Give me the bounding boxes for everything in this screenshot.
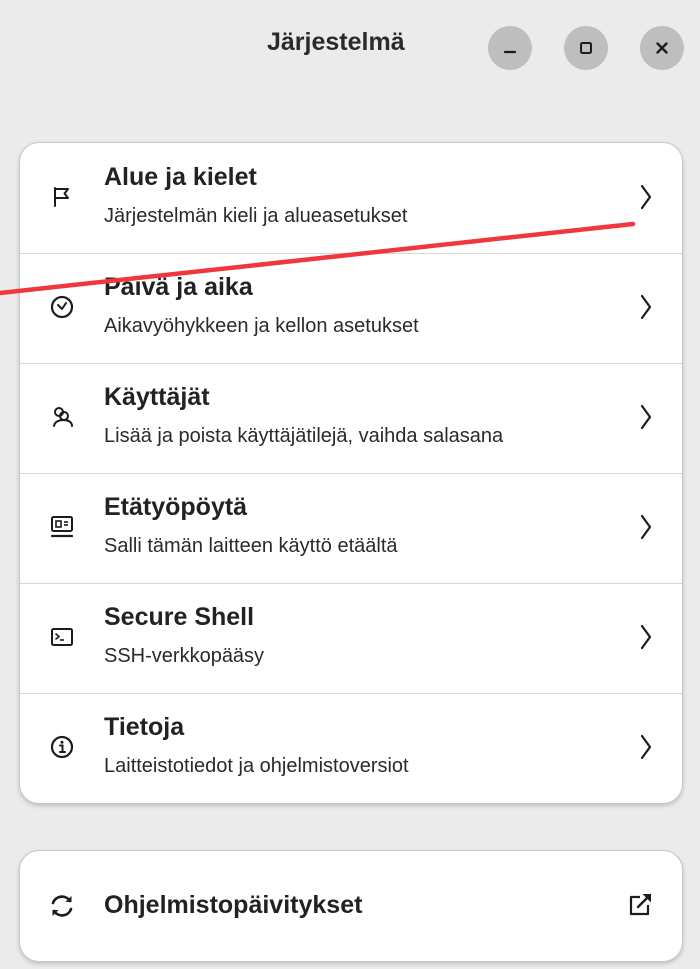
settings-item-remote-desktop[interactable]: Etätyöpöytä Salli tämän laitteen käyttö … — [20, 473, 682, 584]
remote-desktop-icon — [46, 511, 78, 543]
flag-icon — [46, 181, 78, 213]
close-icon — [656, 42, 668, 54]
settings-item-subtitle: Aikavyöhykkeen ja kellon asetukset — [104, 315, 419, 337]
chevron-right-icon — [640, 404, 652, 430]
external-link-icon — [629, 893, 652, 916]
chevron-right-icon — [640, 294, 652, 320]
title-bar: Järjestelmä — [0, 0, 700, 100]
settings-item-subtitle: Lisää ja poista käyttäjätilejä, vaihda s… — [104, 425, 504, 447]
maximize-button[interactable] — [564, 26, 608, 70]
settings-item-title: Etätyöpöytä — [104, 493, 248, 521]
minimize-button[interactable] — [488, 26, 532, 70]
settings-item-title: Päivä ja aika — [104, 273, 253, 301]
settings-window: Järjestelmä Alue ja kielet Järjestelmän … — [0, 0, 700, 969]
settings-item-date-time[interactable]: Päivä ja aika Aikavyöhykkeen ja kellon a… — [20, 253, 682, 364]
settings-item-users[interactable]: Käyttäjät Lisää ja poista käyttäjätilejä… — [20, 363, 682, 474]
minimize-icon — [503, 50, 517, 54]
software-updates-item[interactable]: Ohjelmistopäivitykset — [19, 850, 683, 962]
close-button[interactable] — [640, 26, 684, 70]
maximize-icon — [580, 42, 592, 54]
refresh-icon — [51, 895, 73, 917]
chevron-right-icon — [640, 624, 652, 650]
settings-list: Alue ja kielet Järjestelmän kieli ja alu… — [19, 142, 683, 804]
chevron-right-icon — [640, 734, 652, 760]
settings-item-subtitle: SSH-verkkopääsy — [104, 645, 265, 667]
settings-item-title: Käyttäjät — [104, 383, 210, 411]
users-icon — [46, 401, 78, 433]
settings-item-subtitle: Salli tämän laitteen käyttö etäältä — [104, 535, 398, 557]
settings-item-title: Alue ja kielet — [104, 163, 257, 191]
settings-item-subtitle: Järjestelmän kieli ja alueasetukset — [104, 205, 408, 227]
chevron-right-icon — [640, 184, 652, 210]
terminal-icon — [46, 621, 78, 653]
clock-icon — [46, 291, 78, 323]
settings-item-subtitle: Laitteistotiedot ja ohjelmistoversiot — [104, 755, 409, 777]
settings-item-region-language[interactable]: Alue ja kielet Järjestelmän kieli ja alu… — [20, 143, 682, 254]
software-updates-title: Ohjelmistopäivitykset — [104, 891, 363, 919]
chevron-right-icon — [640, 514, 652, 540]
info-icon — [46, 731, 78, 763]
settings-item-secure-shell[interactable]: Secure Shell SSH-verkkopääsy — [20, 583, 682, 694]
window-title: Järjestelmä — [267, 28, 405, 56]
settings-item-about[interactable]: Tietoja Laitteistotiedot ja ohjelmistove… — [20, 693, 682, 803]
settings-item-title: Secure Shell — [104, 603, 255, 631]
settings-item-title: Tietoja — [104, 713, 185, 741]
